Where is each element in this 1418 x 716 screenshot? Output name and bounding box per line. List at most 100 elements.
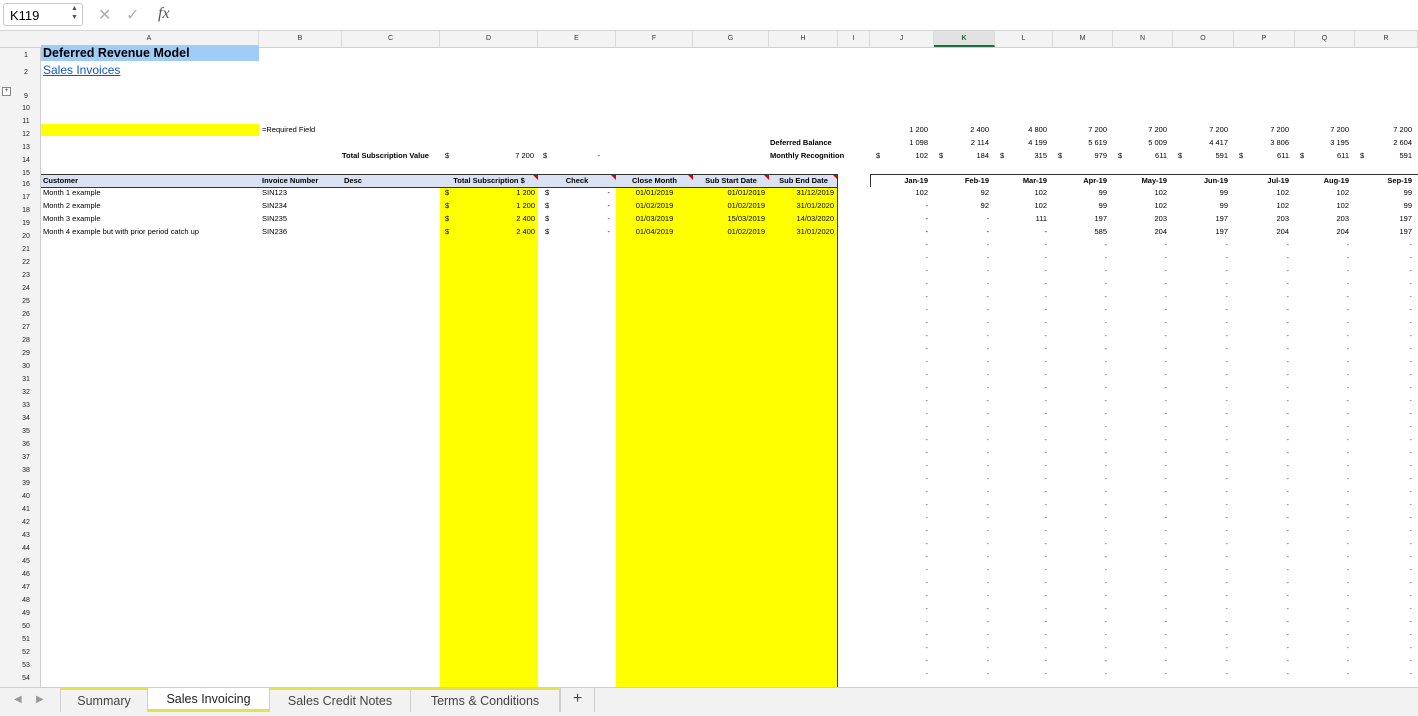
empty-recognition-cell[interactable]: - — [1173, 500, 1229, 509]
customer-name[interactable]: Month 3 example — [43, 214, 101, 223]
empty-recognition-cell[interactable]: - — [934, 383, 990, 392]
empty-recognition-cell[interactable]: - — [1173, 591, 1229, 600]
empty-recognition-cell[interactable]: - — [1234, 591, 1290, 600]
cancel-icon[interactable]: ✕ — [98, 5, 111, 25]
empty-recognition-cell[interactable]: - — [1295, 279, 1350, 288]
empty-recognition-cell[interactable]: - — [1234, 357, 1290, 366]
empty-recognition-cell[interactable]: - — [1295, 292, 1350, 301]
column-header-l[interactable]: L — [995, 31, 1053, 47]
empty-recognition-cell[interactable]: - — [1053, 461, 1108, 470]
empty-recognition-cell[interactable]: - — [1355, 279, 1413, 288]
column-header-r[interactable]: R — [1355, 31, 1418, 47]
empty-recognition-cell[interactable]: - — [1234, 318, 1290, 327]
column-header-q[interactable]: Q — [1295, 31, 1355, 47]
empty-recognition-cell[interactable]: - — [1355, 331, 1413, 340]
close-month-value[interactable]: 01/02/2019 — [616, 201, 693, 210]
empty-recognition-cell[interactable]: - — [1234, 669, 1290, 678]
empty-recognition-cell[interactable]: - — [1113, 344, 1168, 353]
empty-recognition-cell[interactable]: - — [1113, 409, 1168, 418]
empty-recognition-cell[interactable]: - — [995, 292, 1048, 301]
row-header-19[interactable]: 19 — [14, 220, 38, 227]
monthly-recognition-cell[interactable]: 204 — [1113, 227, 1167, 236]
empty-recognition-cell[interactable]: - — [1053, 357, 1108, 366]
empty-recognition-cell[interactable]: - — [1234, 292, 1290, 301]
monthly-recognition-cell[interactable]: 204 — [1234, 227, 1289, 236]
empty-recognition-cell[interactable]: - — [870, 487, 929, 496]
empty-recognition-cell[interactable]: - — [870, 591, 929, 600]
sheet-tab-sales-credit-notes[interactable]: Sales Credit Notes — [270, 688, 411, 712]
empty-recognition-cell[interactable]: - — [934, 396, 990, 405]
empty-recognition-cell[interactable]: - — [870, 656, 929, 665]
empty-recognition-cell[interactable]: - — [1355, 435, 1413, 444]
empty-recognition-cell[interactable]: - — [1053, 591, 1108, 600]
row-header-33[interactable]: 33 — [14, 402, 38, 409]
empty-recognition-cell[interactable]: - — [1355, 539, 1413, 548]
empty-recognition-cell[interactable]: - — [934, 669, 990, 678]
empty-recognition-cell[interactable]: - — [1355, 500, 1413, 509]
expand-group-icon[interactable]: + — [2, 87, 11, 96]
monthly-recognition-cell[interactable]: 204 — [1295, 227, 1349, 236]
empty-recognition-cell[interactable]: - — [1295, 513, 1350, 522]
row-header-36[interactable]: 36 — [14, 441, 38, 448]
empty-recognition-cell[interactable]: - — [1295, 409, 1350, 418]
monthly-recognition-cell[interactable]: 102 — [995, 188, 1047, 197]
empty-recognition-cell[interactable]: - — [995, 357, 1048, 366]
empty-recognition-cell[interactable]: - — [1234, 552, 1290, 561]
row-header-46[interactable]: 46 — [14, 571, 38, 578]
empty-recognition-cell[interactable]: - — [1053, 318, 1108, 327]
empty-recognition-cell[interactable]: - — [995, 617, 1048, 626]
empty-recognition-cell[interactable]: - — [1053, 396, 1108, 405]
empty-recognition-cell[interactable]: - — [1355, 669, 1413, 678]
empty-recognition-cell[interactable]: - — [934, 500, 990, 509]
monthly-recognition-cell[interactable]: 102 — [1295, 201, 1349, 210]
empty-recognition-cell[interactable]: - — [995, 487, 1048, 496]
empty-recognition-cell[interactable]: - — [870, 461, 929, 470]
empty-recognition-cell[interactable]: - — [1355, 396, 1413, 405]
empty-recognition-cell[interactable]: - — [870, 500, 929, 509]
empty-recognition-cell[interactable]: - — [995, 253, 1048, 262]
row-header-27[interactable]: 27 — [14, 324, 38, 331]
empty-recognition-cell[interactable]: - — [870, 305, 929, 314]
invoice-number[interactable]: SIN235 — [262, 214, 287, 223]
empty-recognition-cell[interactable]: - — [870, 409, 929, 418]
empty-recognition-cell[interactable]: - — [1295, 461, 1350, 470]
empty-recognition-cell[interactable]: - — [1173, 318, 1229, 327]
close-month-value[interactable]: 01/01/2019 — [616, 188, 693, 197]
empty-recognition-cell[interactable]: - — [1234, 279, 1290, 288]
empty-recognition-cell[interactable]: - — [934, 578, 990, 587]
empty-recognition-cell[interactable]: - — [1173, 461, 1229, 470]
empty-recognition-cell[interactable]: - — [1053, 266, 1108, 275]
empty-recognition-cell[interactable]: - — [995, 500, 1048, 509]
empty-recognition-cell[interactable]: - — [1295, 487, 1350, 496]
row-header-28[interactable]: 28 — [14, 337, 38, 344]
empty-recognition-cell[interactable]: - — [1234, 253, 1290, 262]
column-header-e[interactable]: E — [538, 31, 616, 47]
row-header-40[interactable]: 40 — [14, 493, 38, 500]
empty-recognition-cell[interactable]: - — [1173, 344, 1229, 353]
sub-start-date-value[interactable]: 01/01/2019 — [693, 188, 765, 197]
empty-recognition-cell[interactable]: - — [1113, 539, 1168, 548]
customer-name[interactable]: Month 4 example but with prior period ca… — [43, 227, 199, 236]
empty-recognition-cell[interactable]: - — [1113, 487, 1168, 496]
monthly-recognition-cell[interactable]: - — [870, 214, 929, 223]
empty-recognition-cell[interactable]: - — [1113, 669, 1168, 678]
empty-recognition-cell[interactable]: - — [1173, 643, 1229, 652]
row-header-35[interactable]: 35 — [14, 428, 38, 435]
sub-end-date-value[interactable]: 31/12/2019 — [769, 188, 834, 197]
comment-indicator-icon[interactable] — [533, 175, 538, 180]
empty-recognition-cell[interactable]: - — [870, 279, 929, 288]
empty-recognition-cell[interactable]: - — [1173, 604, 1229, 613]
total-subscription-value[interactable]: 2 400 — [470, 214, 535, 223]
empty-recognition-cell[interactable]: - — [1355, 305, 1413, 314]
empty-recognition-cell[interactable]: - — [1113, 474, 1168, 483]
empty-recognition-cell[interactable]: - — [934, 461, 990, 470]
empty-recognition-cell[interactable]: - — [1234, 240, 1290, 249]
row-header-22[interactable]: 22 — [14, 259, 38, 266]
row-header-13[interactable]: 13 — [14, 144, 38, 151]
empty-recognition-cell[interactable]: - — [1295, 435, 1350, 444]
empty-recognition-cell[interactable]: - — [1295, 539, 1350, 548]
comment-indicator-icon[interactable] — [611, 175, 616, 180]
empty-recognition-cell[interactable]: - — [870, 331, 929, 340]
monthly-recognition-cell[interactable]: 92 — [934, 188, 989, 197]
row-header-29[interactable]: 29 — [14, 350, 38, 357]
